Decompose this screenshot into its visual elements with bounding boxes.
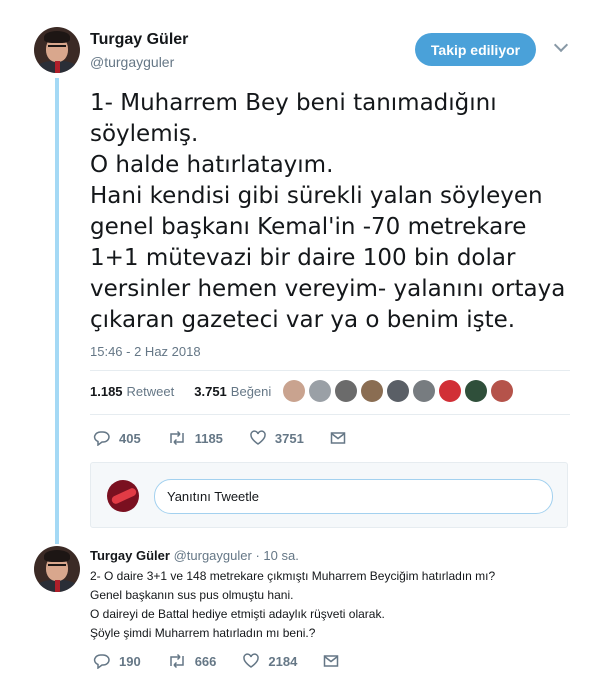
tweet-actions: 405 1185 3751 — [93, 430, 380, 446]
retweet-action-count: 666 — [194, 653, 217, 669]
envelope-icon — [324, 655, 339, 667]
reply-header: Turgay Güler @turgayguler · 10 sa. — [90, 548, 299, 563]
reply-text-line: Şöyle şimdi Muharrem hatırladın mı beni.… — [90, 626, 316, 640]
tweet-text-line: 1- Muharrem Bey beni tanımadığını — [90, 90, 497, 116]
reply-text-line: 2- O daire 3+1 ve 148 metrekare çıkmıştı… — [90, 569, 496, 583]
author-handle[interactable]: @turgayguler — [90, 54, 174, 70]
retweet-action[interactable]: 666 — [167, 653, 217, 669]
tweet-timestamp[interactable]: 15:46 - 2 Haz 2018 — [90, 344, 201, 359]
like-action-count: 3751 — [274, 430, 304, 446]
thread-connector-line — [55, 78, 59, 544]
reply-author-name[interactable]: Turgay Güler — [90, 548, 170, 563]
liker-avatar[interactable] — [387, 380, 409, 402]
liker-avatar[interactable] — [465, 380, 487, 402]
author-avatar[interactable] — [34, 27, 80, 73]
reply-author-handle[interactable]: @turgayguler — [174, 548, 252, 563]
reply-icon — [93, 654, 110, 669]
reply-count: 405 — [119, 430, 141, 446]
liker-avatars — [283, 380, 513, 402]
reply-input[interactable]: Yanıtını Tweetle — [154, 479, 553, 514]
divider — [90, 370, 570, 371]
retweet-icon — [169, 653, 184, 669]
liker-avatar[interactable] — [361, 380, 383, 402]
heart-icon — [243, 653, 260, 668]
reply-actions: 190 666 2184 — [93, 653, 373, 669]
like-action[interactable]: 3751 — [249, 430, 304, 446]
like-label[interactable]: Beğeni — [231, 384, 271, 399]
envelope-icon — [330, 432, 346, 444]
liker-avatar[interactable] — [491, 380, 513, 402]
tweet-stats: 1.185 Retweet 3.751 Beğeni — [90, 384, 271, 399]
retweet-icon — [169, 430, 184, 446]
reply-action[interactable]: 190 — [93, 653, 141, 669]
message-action[interactable] — [330, 431, 354, 445]
heart-icon — [250, 430, 266, 445]
retweet-count[interactable]: 1.185 — [90, 384, 123, 399]
following-button[interactable]: Takip ediliyor — [415, 33, 536, 66]
like-action[interactable]: 2184 — [242, 653, 297, 669]
reply-author-avatar[interactable] — [34, 546, 80, 592]
tweet-text-line: genel başkanı Kemal'in -70 metrekare — [90, 214, 527, 240]
retweet-action[interactable]: 1185 — [167, 430, 223, 446]
reply-time[interactable]: · 10 sa. — [255, 548, 298, 563]
retweet-label[interactable]: Retweet — [127, 384, 175, 399]
tweet-text-line: 1+1 mütevazi bir daire 100 bin dolar — [90, 245, 516, 271]
tweet-text-line: söylemiş. — [90, 121, 199, 147]
tweet-text-line: Hani kendisi gibi sürekli yalan söyleyen — [90, 183, 543, 209]
reply-icon — [93, 431, 110, 446]
divider — [90, 414, 570, 415]
retweet-action-count: 1185 — [194, 430, 223, 446]
liker-avatar[interactable] — [439, 380, 461, 402]
liker-avatar[interactable] — [283, 380, 305, 402]
message-action[interactable] — [323, 654, 347, 668]
like-count[interactable]: 3.751 — [194, 384, 227, 399]
liker-avatar[interactable] — [335, 380, 357, 402]
liker-avatar[interactable] — [413, 380, 435, 402]
tweet-text: 1- Muharrem Bey beni tanımadığını söylem… — [90, 88, 570, 336]
reply-text-line: O daireyi de Battal hediye etmişti adayl… — [90, 607, 385, 621]
tweet-text-line: O halde hatırlatayım. — [90, 152, 334, 178]
like-action-count: 2184 — [268, 653, 298, 669]
tweet-text-line: çıkaran gazeteci var ya o benim işte. — [90, 307, 516, 333]
author-name[interactable]: Turgay Güler — [90, 31, 188, 49]
reply-text-line: Genel başkanın sus pus olmuştu hani. — [90, 588, 294, 602]
reply-action[interactable]: 405 — [93, 430, 141, 446]
reply-composer: Yanıtını Tweetle — [90, 462, 568, 528]
reply-count: 190 — [119, 653, 141, 669]
liker-avatar[interactable] — [309, 380, 331, 402]
chevron-down-icon[interactable] — [553, 37, 569, 53]
reply-text: 2- O daire 3+1 ve 148 metrekare çıkmıştı… — [90, 567, 495, 643]
current-user-avatar[interactable] — [107, 480, 139, 512]
tweet-text-line: versinler hemen vereyim- yalanını ortaya — [90, 276, 566, 302]
